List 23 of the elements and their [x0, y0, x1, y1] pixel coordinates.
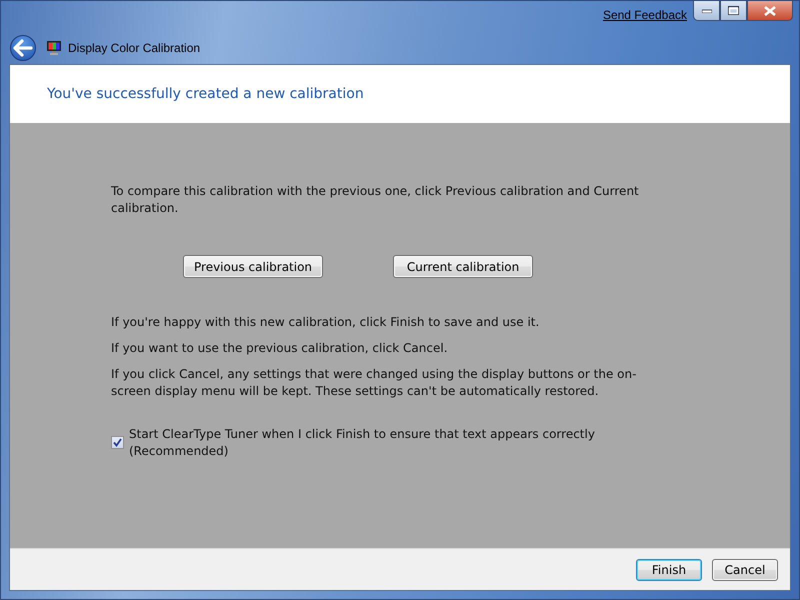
close-button[interactable]: [747, 1, 793, 21]
instruction-text: If you click Cancel, any settings that were changed using the display buttons or the on-screen display menu will be kept. These settings can't be automatically restored.: [111, 366, 638, 400]
maximize-button[interactable]: [720, 1, 747, 21]
dialog-button[interactable]: Finish: [636, 558, 702, 580]
close-icon: [764, 6, 776, 16]
compare-button[interactable]: Previous calibration: [183, 255, 324, 278]
back-button[interactable]: [10, 34, 36, 60]
maximize-icon: [728, 6, 739, 15]
window-title: Display Color Calibration: [68, 40, 200, 54]
instruction-text: If you're happy with this new calibration, click Finish to save and use it.: [111, 314, 540, 331]
checkbox[interactable]: [111, 436, 124, 449]
monitor-icon: [46, 40, 62, 56]
dialog-button[interactable]: Cancel: [712, 558, 778, 580]
minimize-button[interactable]: [693, 1, 720, 21]
instruction-text: If you want to use the previous calibration, click Cancel.: [111, 340, 449, 357]
back-arrow-icon: [12, 38, 34, 56]
minimize-icon: [702, 8, 712, 12]
intro-text: To compare this calibration with the previous one, click Previous calibration and Current calibration.: [111, 183, 640, 217]
compare-button[interactable]: Current calibration: [393, 255, 534, 278]
check-icon: [113, 438, 122, 447]
checkbox-label: Start ClearType Tuner when I click Finish to ensure that text appears correctly (Recommended): [129, 426, 596, 460]
page-heading: You've successfully created a new calibration: [47, 86, 364, 102]
send-feedback-link[interactable]: Send Feedback: [602, 8, 687, 22]
